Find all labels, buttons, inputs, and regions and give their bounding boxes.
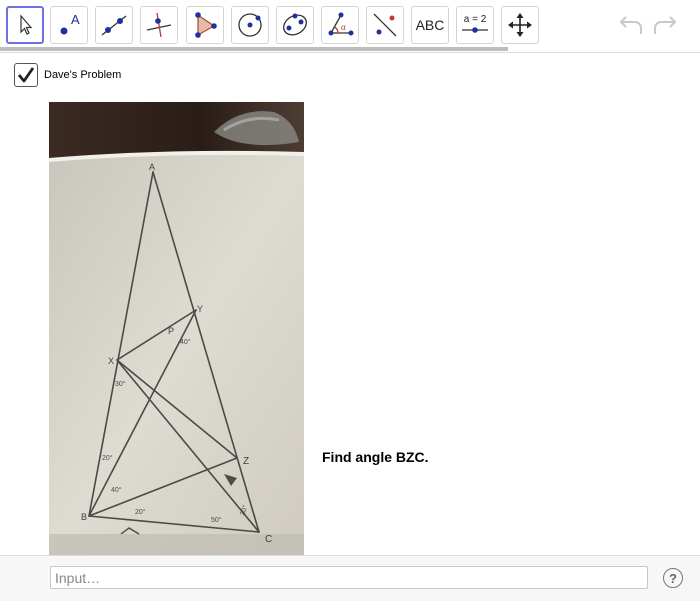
vertex-label-a: A <box>149 162 155 172</box>
input-bar: ? <box>0 555 700 601</box>
circle-tool-button[interactable] <box>231 6 269 44</box>
circle-icon <box>238 13 262 37</box>
angle-label-ayx: 40° <box>180 338 191 346</box>
conic-tool-button[interactable] <box>276 6 314 44</box>
line-icon <box>101 15 127 36</box>
slider-tool-button[interactable]: a = 2 <box>456 6 494 44</box>
daves-problem-checkbox-row[interactable]: Dave's Problem <box>14 63 121 87</box>
slider-icon: a = 2 <box>462 14 488 33</box>
vertex-label-y: Y <box>197 304 203 314</box>
perpendicular-line-icon <box>146 12 172 38</box>
vertex-label-p: P <box>168 326 174 336</box>
redo-button[interactable] <box>650 10 682 42</box>
angle-icon: α <box>328 12 354 36</box>
toolbar: A α ABC a = 2 <box>0 0 700 53</box>
svg-text:α: α <box>341 22 346 32</box>
reflect-about-line-icon <box>373 13 397 37</box>
move-graphics-view-tool-button[interactable] <box>501 6 539 44</box>
move-arrows-icon <box>508 13 532 37</box>
redo-icon <box>654 16 677 34</box>
angle-label-abx: 20° <box>102 454 113 462</box>
perpendicular-line-tool-button[interactable] <box>140 6 178 44</box>
ellipse-icon <box>283 13 307 36</box>
problem-prompt: Find angle BZC. <box>322 449 429 465</box>
vertex-label-z: Z <box>243 456 249 467</box>
point-icon: A <box>60 12 80 35</box>
move-tool-button[interactable] <box>6 6 44 44</box>
vertex-label-c: C <box>265 534 272 545</box>
checkbox-label: Dave's Problem <box>44 69 122 81</box>
toolbar-scrollbar[interactable] <box>0 47 508 51</box>
undo-button[interactable] <box>614 10 646 42</box>
point-tool-button[interactable]: A <box>50 6 88 44</box>
text-tool-label: ABC <box>415 17 445 33</box>
problem-photo: A Y X P Z B C 40° 30° 20° 40° 20° 50° 30… <box>49 102 304 555</box>
checkmark-icon <box>17 67 35 83</box>
polygon-tool-button[interactable] <box>186 6 224 44</box>
algebra-input-field[interactable] <box>50 566 648 589</box>
svg-text:A: A <box>71 12 80 27</box>
angle-label-zbc: 20° <box>135 508 146 516</box>
help-button[interactable]: ? <box>663 568 683 588</box>
reflect-tool-button[interactable] <box>366 6 404 44</box>
angle-tool-button[interactable]: α <box>321 6 359 44</box>
angle-label-bcz: 50° <box>211 516 222 524</box>
undo-icon <box>619 16 642 34</box>
line-tool-button[interactable] <box>95 6 133 44</box>
vertex-label-b: B <box>81 512 87 522</box>
cursor-arrow-icon <box>20 14 33 35</box>
vertex-label-x: X <box>108 356 114 366</box>
angle-label-xbz: 40° <box>111 486 122 494</box>
angle-label-axb: 30° <box>115 380 126 388</box>
polygon-icon <box>195 12 217 38</box>
text-tool-button[interactable]: ABC <box>411 6 449 44</box>
daves-problem-checkbox[interactable] <box>14 63 38 87</box>
svg-text:a = 2: a = 2 <box>464 14 487 25</box>
